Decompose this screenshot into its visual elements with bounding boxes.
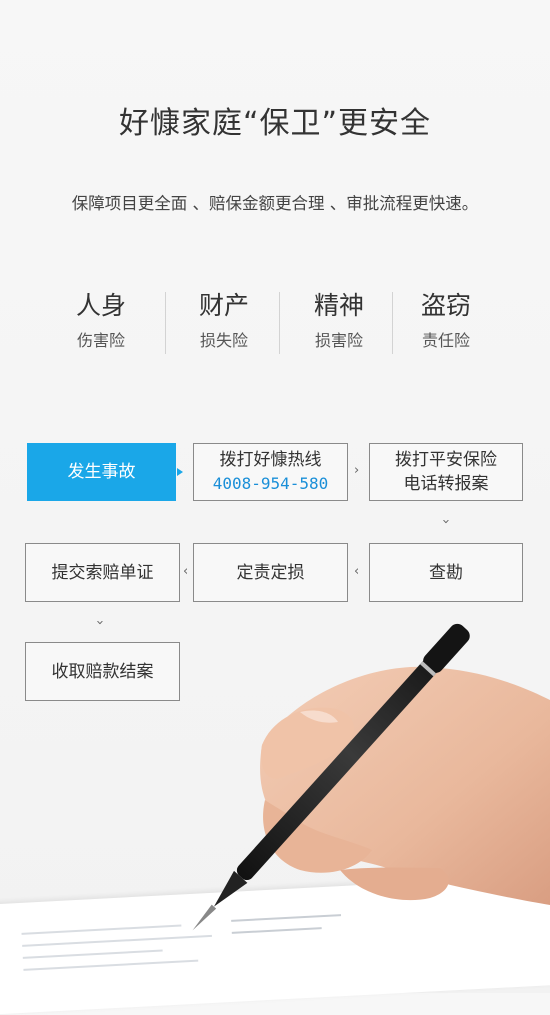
step-label: 查勘 <box>429 562 463 583</box>
insurance-name: 盗窃 <box>420 291 471 320</box>
insurance-personal: 人身 伤害险 <box>46 288 156 351</box>
step-call-hotline[interactable]: 拨打好慷热线 4008-954-580 <box>193 443 348 501</box>
step-assess-loss[interactable]: 定责定损 <box>193 543 348 602</box>
insurance-theft: 盗窃 责任险 <box>391 288 501 351</box>
chevron-right-icon: › <box>354 463 360 478</box>
chevron-down-icon: › <box>92 619 108 626</box>
step-label: 发生事故 <box>67 462 136 482</box>
page-title: 好慷家庭“保卫”更安全 <box>118 106 432 141</box>
insurance-name: 财产 <box>198 291 249 320</box>
hotline-phone-number[interactable]: 4008-954-580 <box>213 472 329 496</box>
insurance-mental: 精神 损害险 <box>284 288 394 351</box>
page-subtitle: 保障项目更全面 、赔保金额更合理 、审批流程更快速。 <box>71 194 479 213</box>
step-label: 拨打平安保险 <box>395 450 497 470</box>
play-arrow-icon <box>177 468 183 476</box>
chevron-down-icon: › <box>438 518 454 525</box>
insurance-type: 责任险 <box>421 331 470 350</box>
insurance-type: 损失险 <box>199 331 248 350</box>
divider <box>165 292 166 354</box>
insurance-name: 精神 <box>313 291 364 320</box>
insurance-type: 伤害险 <box>76 331 125 350</box>
step-label: 拨打好慷热线 <box>219 450 322 470</box>
step-label: 提交索赔单证 <box>51 562 154 583</box>
step-survey[interactable]: 查勘 <box>369 543 523 602</box>
chevron-left-icon: ‹ <box>354 564 360 579</box>
divider <box>279 292 280 354</box>
insurance-property: 财产 损失险 <box>169 288 279 351</box>
chevron-left-icon: ‹ <box>183 564 189 579</box>
step-label-2: 电话转报案 <box>403 474 489 494</box>
step-label: 收取赔款结案 <box>51 661 154 682</box>
step-call-insurer[interactable]: 拨打平安保险 电话转报案 <box>369 443 523 501</box>
step-receive-payment[interactable]: 收取赔款结案 <box>25 642 180 701</box>
step-label: 定责定损 <box>236 562 305 583</box>
paper-sheet <box>0 872 550 1015</box>
step-accident[interactable]: 发生事故 <box>27 443 176 501</box>
insurance-type: 损害险 <box>314 331 363 350</box>
step-submit-documents[interactable]: 提交索赔单证 <box>25 543 180 602</box>
insurance-name: 人身 <box>75 291 126 320</box>
